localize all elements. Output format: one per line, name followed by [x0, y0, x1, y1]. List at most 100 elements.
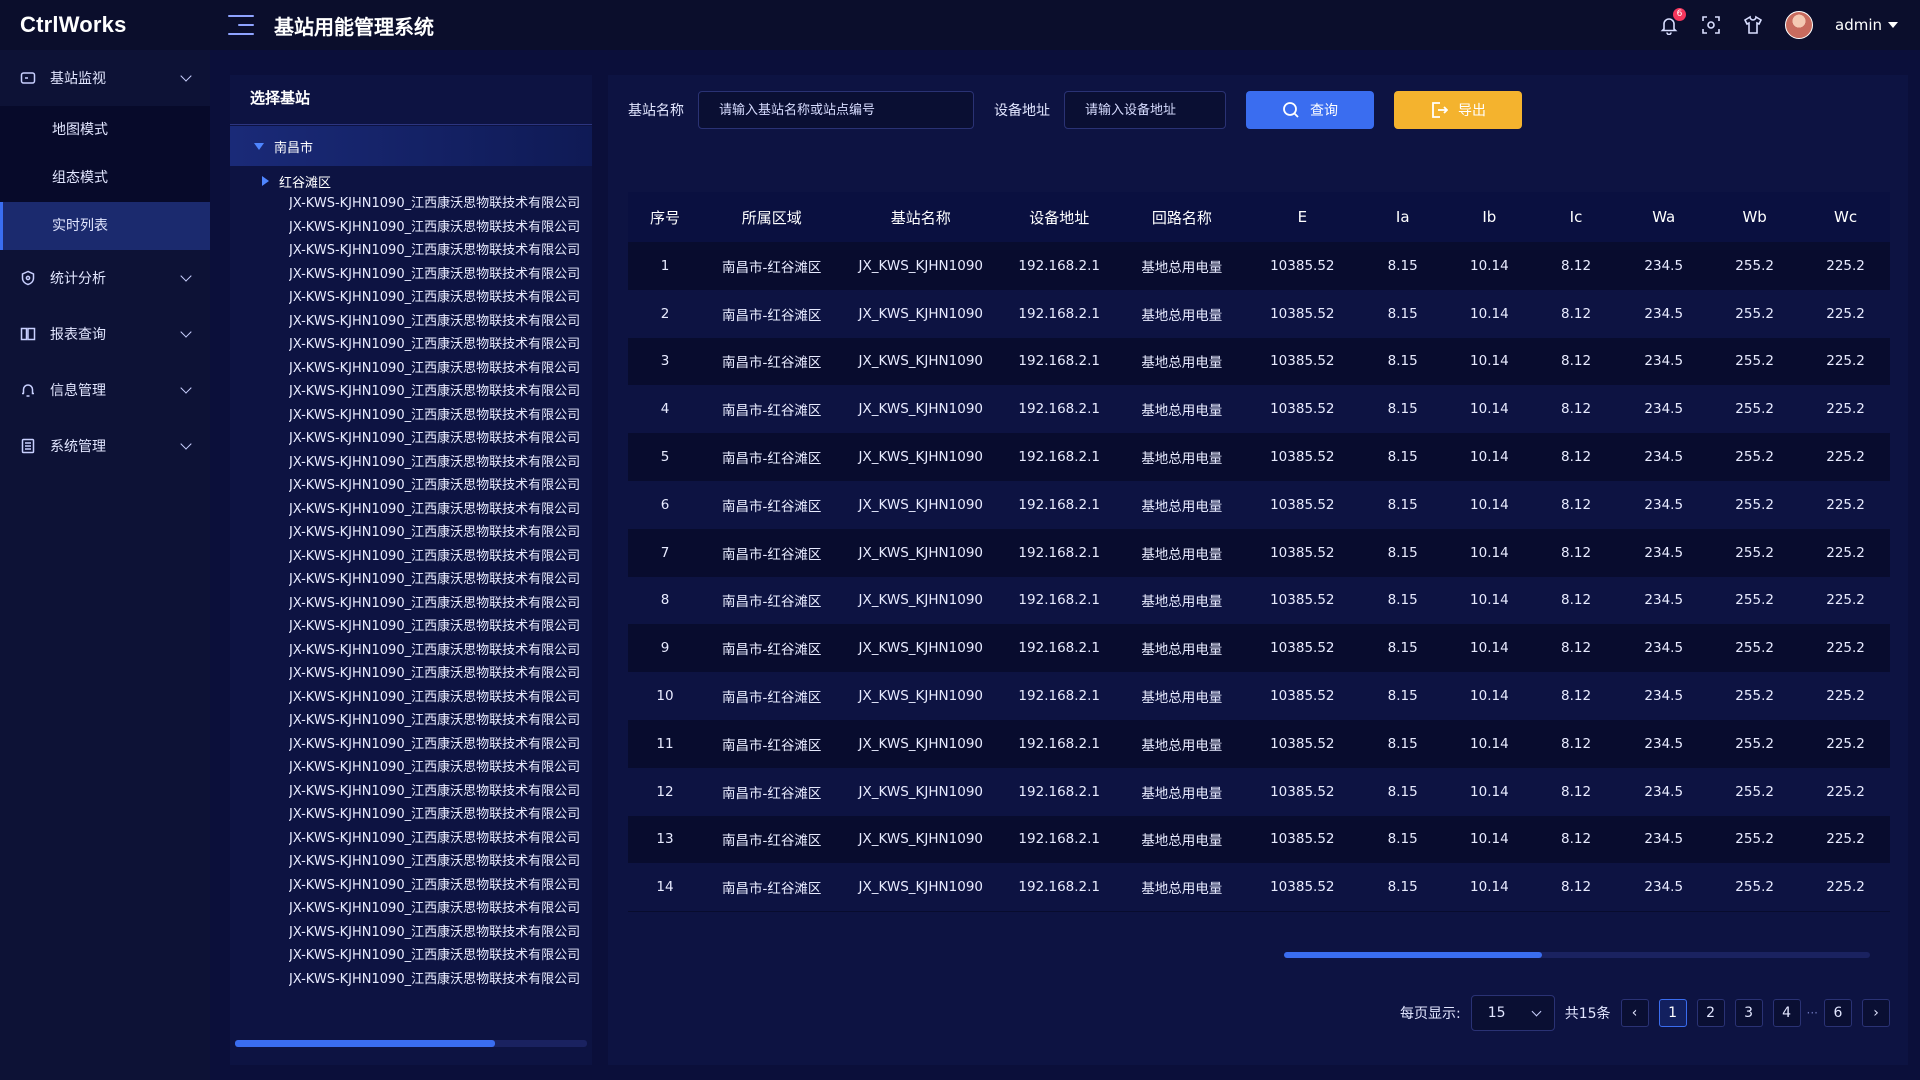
table-row[interactable]: 15南昌市-红谷滩区JX_KWS_KJHN1090192.168.2.1基地总用…	[628, 911, 1890, 912]
table-cell: 10385.52	[1245, 624, 1360, 673]
row-index-cell: 12	[628, 767, 702, 816]
tree-leaf-station[interactable]: JX-KWS-KJHN1090_江西康沃思物联技术有限公司	[289, 615, 580, 639]
table-cell: 225.2	[1801, 385, 1890, 434]
sidebar-item-realtime-list[interactable]: 实时列表	[0, 202, 210, 250]
table-row[interactable]: 10 南昌市-红谷滩区 JX_KWS_KJHN1090 192.168.2.1 基地总用…	[628, 672, 1890, 720]
tree-leaf-station[interactable]: JX-KWS-KJHN1090_江西康沃思物联技术有限公司	[289, 498, 580, 522]
table-row[interactable]: 12 南昌市-红谷滩区 JX_KWS_KJHN1090 192.168.2.1 基地总用…	[628, 767, 1890, 816]
tree-leaf-station[interactable]: JX-KWS-KJHN1090_江西康沃思物联技术有限公司	[289, 333, 580, 357]
sidebar-item-map-mode[interactable]: 地图模式	[0, 106, 210, 154]
page-size-select[interactable]: 15	[1470, 995, 1555, 1031]
table-row[interactable]: 4 南昌市-红谷滩区 JX_KWS_KJHN1090 192.168.2.1 基地总用电…	[628, 385, 1890, 434]
tree-leaf-station[interactable]: JX-KWS-KJHN1090_江西康沃思物联技术有限公司	[289, 827, 580, 851]
table-row[interactable]: 5 南昌市-红谷滩区 JX_KWS_KJHN1090 192.168.2.1 基地总用电…	[628, 433, 1890, 481]
table-row[interactable]: 3 南昌市-红谷滩区 JX_KWS_KJHN1090 192.168.2.1 基地总用电…	[628, 337, 1890, 386]
prev-page-button[interactable]: ‹	[1620, 999, 1649, 1027]
table-row[interactable]: 6 南昌市-红谷滩区 JX_KWS_KJHN1090 192.168.2.1 基地总用电…	[628, 480, 1890, 529]
table-cell: 南昌市-红谷滩区	[701, 480, 842, 529]
sidebar-group-info[interactable]: 信息管理	[0, 362, 210, 418]
sidebar-group-system[interactable]: 系统管理	[0, 418, 210, 474]
tree-leaf-station[interactable]: JX-KWS-KJHN1090_江西康沃思物联技术有限公司	[289, 780, 580, 804]
page-button-3[interactable]: 3	[1734, 999, 1763, 1027]
table-cell: 10.14	[1446, 433, 1533, 481]
sidebar-item-config-mode[interactable]: 组态模式	[0, 154, 210, 202]
table-cell: 192.168.2.1	[1000, 528, 1119, 577]
table-header-cell: 所属区域	[701, 192, 842, 242]
notification-bell-icon[interactable]: 6	[1659, 8, 1686, 36]
tree-leaf-station[interactable]: JX-KWS-KJHN1090_江西康沃思物联技术有限公司	[289, 216, 580, 240]
tree-leaf-station[interactable]: JX-KWS-KJHN1090_江西康沃思物联技术有限公司	[289, 756, 580, 780]
user-avatar[interactable]	[1785, 11, 1813, 39]
export-button[interactable]: 导出	[1394, 91, 1522, 129]
tree-leaf-station[interactable]: JX-KWS-KJHN1090_江西康沃思物联技术有限公司	[289, 545, 580, 569]
sidebar-group-label: 基站监视	[50, 71, 106, 87]
tree-leaf-station[interactable]: JX-KWS-KJHN1090_江西康沃思物联技术有限公司	[289, 263, 580, 287]
tree-leaf-station[interactable]: JX-KWS-KJHN1090_江西康沃思物联技术有限公司	[289, 310, 580, 334]
tree-leaf-station[interactable]: JX-KWS-KJHN1090_江西康沃思物联技术有限公司	[289, 850, 580, 874]
sidebar-group-reports[interactable]: 报表查询	[0, 306, 210, 362]
tree-leaf-station[interactable]: JX-KWS-KJHN1090_江西康沃思物联技术有限公司	[289, 662, 580, 686]
table-row[interactable]: 13 南昌市-红谷滩区 JX_KWS_KJHN1090 192.168.2.1 基地总用…	[628, 815, 1890, 864]
tree-leaf-station[interactable]: JX-KWS-KJHN1090_江西康沃思物联技术有限公司	[289, 192, 580, 216]
row-index-cell: 11	[628, 719, 702, 768]
table-cell: JX_KWS_KJHN1090	[841, 624, 1001, 673]
table-scroll-thumb[interactable]	[1284, 952, 1542, 958]
tree-leaf-station[interactable]: JX-KWS-KJHN1090_江西康沃思物联技术有限公司	[289, 474, 580, 498]
tree-leaf-station[interactable]: JX-KWS-KJHN1090_江西康沃思物联技术有限公司	[289, 686, 580, 710]
sidebar-group-statistics[interactable]: 统计分析	[0, 250, 210, 306]
sidebar-group-station-monitor[interactable]: 基站监视	[0, 50, 210, 106]
tree-leaf-station[interactable]: JX-KWS-KJHN1090_江西康沃思物联技术有限公司	[289, 404, 580, 428]
table-row[interactable]: 11 南昌市-红谷滩区 JX_KWS_KJHN1090 192.168.2.1 基地总用…	[628, 719, 1890, 768]
table-row[interactable]: 7 南昌市-红谷滩区 JX_KWS_KJHN1090 192.168.2.1 基地总用电…	[628, 528, 1890, 577]
user-menu[interactable]: admin	[1835, 16, 1898, 34]
table-cell: 10.14	[1446, 242, 1533, 290]
tree-scroll-thumb[interactable]	[235, 1040, 496, 1047]
tree-leaf-station[interactable]: JX-KWS-KJHN1090_江西康沃思物联技术有限公司	[289, 427, 580, 451]
tree-leaf-station[interactable]: JX-KWS-KJHN1090_江西康沃思物联技术有限公司	[289, 239, 580, 263]
sidebar-group-label: 报表查询	[50, 327, 106, 343]
tree-leaf-station[interactable]: JX-KWS-KJHN1090_江西康沃思物联技术有限公司	[289, 944, 580, 968]
page-button-2[interactable]: 2	[1696, 999, 1725, 1027]
tree-leaf-station[interactable]: JX-KWS-KJHN1090_江西康沃思物联技术有限公司	[289, 380, 580, 404]
table-cell: 8.12	[1532, 719, 1620, 768]
tree-leaf-station[interactable]: JX-KWS-KJHN1090_江西康沃思物联技术有限公司	[289, 639, 580, 663]
tree-leaf-station[interactable]: JX-KWS-KJHN1090_江西康沃思物联技术有限公司	[289, 897, 580, 921]
theme-shirt-icon[interactable]	[1743, 15, 1763, 35]
tree-leaf-station[interactable]: JX-KWS-KJHN1090_江西康沃思物联技术有限公司	[289, 357, 580, 381]
device-address-input[interactable]	[1064, 91, 1226, 129]
tree-leaf-station[interactable]: JX-KWS-KJHN1090_江西康沃思物联技术有限公司	[289, 709, 580, 733]
fullscreen-icon[interactable]	[1701, 15, 1721, 35]
tree-leaf-station[interactable]: JX-KWS-KJHN1090_江西康沃思物联技术有限公司	[289, 733, 580, 757]
table-row[interactable]: 9 南昌市-红谷滩区 JX_KWS_KJHN1090 192.168.2.1 基地总用电…	[628, 624, 1890, 673]
tree-scrollbar[interactable]	[235, 1040, 587, 1047]
table-horizontal-scrollbar[interactable]	[1284, 952, 1870, 958]
table-row[interactable]: 2 南昌市-红谷滩区 JX_KWS_KJHN1090 192.168.2.1 基地总用电…	[628, 289, 1890, 338]
query-button[interactable]: 查询	[1246, 91, 1374, 129]
station-name-input[interactable]	[698, 91, 974, 129]
next-page-button[interactable]: ›	[1862, 999, 1890, 1027]
table-row[interactable]: 8 南昌市-红谷滩区 JX_KWS_KJHN1090 192.168.2.1 基地总用电…	[628, 576, 1890, 625]
table-cell: 225.2	[1801, 528, 1890, 577]
tree-leaf-station[interactable]: JX-KWS-KJHN1090_江西康沃思物联技术有限公司	[289, 921, 580, 945]
tree-leaf-station[interactable]: JX-KWS-KJHN1090_江西康沃思物联技术有限公司	[289, 451, 580, 475]
page-button-4[interactable]: 4	[1772, 999, 1801, 1027]
tree-leaf-station[interactable]: JX-KWS-KJHN1090_江西康沃思物联技术有限公司	[289, 968, 580, 992]
tree-leaf-station[interactable]: JX-KWS-KJHN1090_江西康沃思物联技术有限公司	[289, 286, 580, 310]
table-cell: 基地总用电量	[1118, 815, 1246, 864]
tree-leaf-station[interactable]: JX-KWS-KJHN1090_江西康沃思物联技术有限公司	[289, 521, 580, 545]
table-cell: 基地总用电量	[1118, 528, 1246, 577]
tree-leaf-station[interactable]: JX-KWS-KJHN1090_江西康沃思物联技术有限公司	[289, 874, 580, 898]
tree-leaf-station[interactable]: JX-KWS-KJHN1090_江西康沃思物联技术有限公司	[289, 568, 580, 592]
chevron-down-icon	[180, 438, 192, 450]
table-row[interactable]: 14 南昌市-红谷滩区 JX_KWS_KJHN1090 192.168.2.1 基地总用…	[628, 863, 1890, 912]
tree-leaf-station[interactable]: JX-KWS-KJHN1090_江西康沃思物联技术有限公司	[289, 592, 580, 616]
table-header-cell: E	[1245, 192, 1360, 242]
page-button-1[interactable]: 1	[1658, 999, 1687, 1027]
tree-district-node[interactable]: 红谷滩区	[230, 170, 592, 192]
tree-root-node[interactable]: 南昌市	[230, 126, 592, 166]
menu-toggle-icon[interactable]	[228, 15, 254, 35]
table-row[interactable]: 1 南昌市-红谷滩区 JX_KWS_KJHN1090 192.168.2.1 基地总用电…	[628, 242, 1890, 290]
table-cell: 234.5	[1619, 480, 1709, 529]
tree-leaf-station[interactable]: JX-KWS-KJHN1090_江西康沃思物联技术有限公司	[289, 803, 580, 827]
page-button-6[interactable]: 6	[1824, 999, 1852, 1027]
